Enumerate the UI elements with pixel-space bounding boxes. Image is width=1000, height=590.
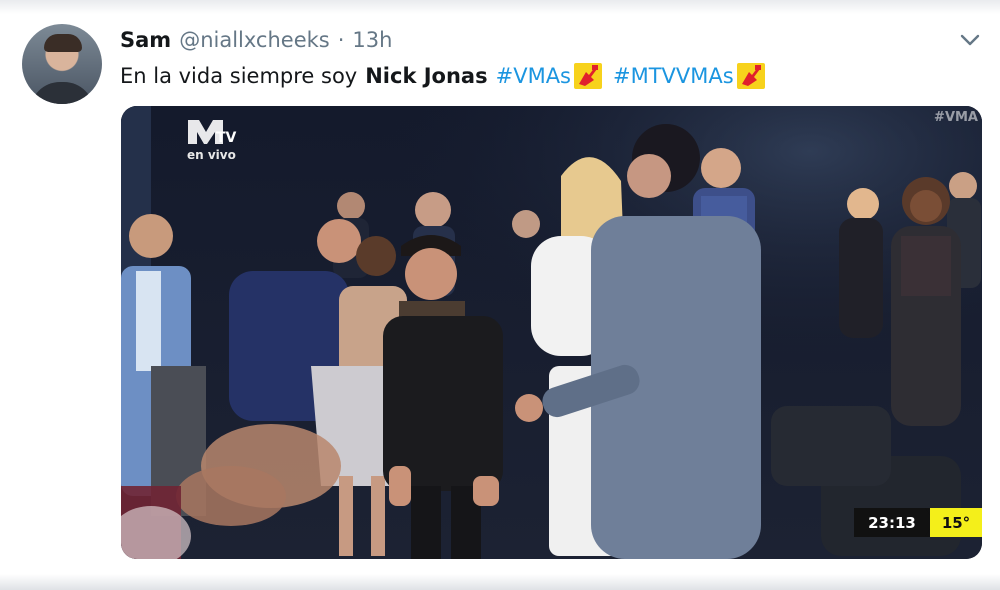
broadcast-clock: 23:13 bbox=[854, 508, 930, 537]
author-handle[interactable]: @niallxcheeks bbox=[179, 28, 330, 52]
vma-moonman-icon bbox=[736, 63, 765, 89]
tweet-text-prefix: En la vida siempre soy bbox=[120, 64, 358, 88]
timestamp[interactable]: 13h bbox=[352, 28, 392, 52]
tweet-media-image[interactable]: TV en vivo #VMA 23:13 15° bbox=[121, 106, 982, 559]
top-divider bbox=[0, 0, 1000, 14]
vma-watermark: #VMA bbox=[934, 110, 978, 125]
broadcast-temperature: 15° bbox=[930, 508, 982, 537]
separator-dot: · bbox=[337, 28, 345, 52]
tweet-text-bold: Nick Jonas bbox=[365, 64, 488, 88]
tweet-header: Sam @niallxcheeks · 13h bbox=[120, 28, 392, 54]
chevron-down-icon[interactable] bbox=[958, 30, 982, 50]
event-photo bbox=[121, 106, 982, 559]
tweet-card: Sam @niallxcheeks · 13h En la vida siemp… bbox=[0, 0, 1000, 590]
vma-moonman-icon bbox=[574, 63, 602, 89]
svg-text:TV: TV bbox=[216, 130, 237, 146]
author-name[interactable]: Sam bbox=[120, 28, 171, 52]
hashtag-vmas[interactable]: #VMAs bbox=[496, 64, 571, 88]
tweet-text: En la vida siempre soy Nick Jonas #VMAs … bbox=[120, 62, 776, 90]
hashtag-mtvvmas[interactable]: #MTVVMAs bbox=[613, 64, 734, 88]
live-label: en vivo bbox=[187, 148, 236, 162]
avatar[interactable] bbox=[22, 24, 102, 104]
bottom-divider bbox=[0, 574, 1000, 590]
